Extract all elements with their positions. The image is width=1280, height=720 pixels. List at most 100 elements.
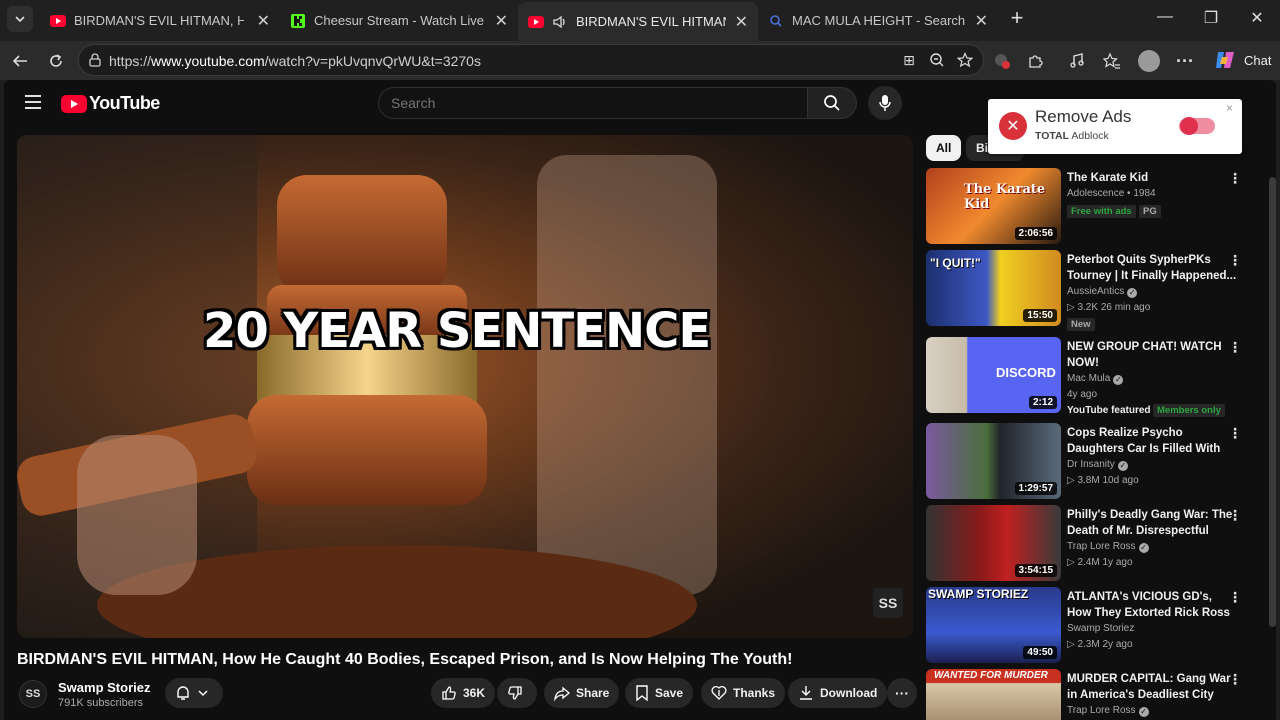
channel-avatar[interactable]: SS xyxy=(19,680,47,708)
close-icon[interactable]: ✕ xyxy=(495,11,508,31)
popup-close-icon[interactable]: × xyxy=(1226,101,1233,115)
refresh-icon xyxy=(50,54,62,67)
minimize-button[interactable]: — xyxy=(1150,8,1180,26)
more-options-icon[interactable]: ⋮ xyxy=(1228,170,1243,187)
list-item[interactable]: 1:29:57 Cops Realize Psycho Daughters Ca… xyxy=(926,423,1266,499)
channel-name: AussieAntics ✓ xyxy=(1067,284,1138,300)
channel-name: Dr Insanity ✓ xyxy=(1067,457,1128,473)
thumbnail-text: WANTED FOR MURDER xyxy=(934,670,1048,681)
voice-search-button[interactable] xyxy=(868,86,902,120)
tab-birdman-active[interactable]: BIRDMAN'S EVIL HITMAN, He ✕ xyxy=(518,2,758,41)
page-scrollbar[interactable] xyxy=(1269,177,1276,627)
tab-mac-mula-search[interactable]: MAC MULA HEIGHT - Search ✕ xyxy=(758,4,998,37)
save-button[interactable]: Save xyxy=(625,678,694,708)
like-button[interactable]: 36K xyxy=(431,678,496,708)
favorites-icon[interactable] xyxy=(1100,49,1124,73)
video-stats: ▷ 3.2K 26 min ago xyxy=(1067,302,1151,313)
favorite-star-icon[interactable] xyxy=(953,48,977,72)
notifications-button[interactable] xyxy=(165,678,223,708)
video-stats: 4y ago xyxy=(1067,389,1098,400)
video-thumbnail[interactable]: 3:54:15 xyxy=(926,505,1061,581)
more-options-icon[interactable]: ⋮ xyxy=(1228,252,1243,269)
list-item[interactable]: SWAMP STORIEZ 49:50 ATLANTA's VICIOUS GD… xyxy=(926,587,1266,663)
media-controls-icon[interactable] xyxy=(1066,49,1090,73)
video-thumbnail[interactable]: DISCORD 2:12 xyxy=(926,337,1061,413)
more-actions-button[interactable]: ··· xyxy=(887,678,917,708)
more-options-icon[interactable]: ⋮ xyxy=(1228,425,1243,442)
more-options-icon[interactable]: ⋮ xyxy=(1228,339,1243,356)
copilot-chat-button[interactable]: Chat xyxy=(1208,46,1274,74)
search-input[interactable] xyxy=(391,95,791,111)
site-info-icon[interactable] xyxy=(88,53,102,72)
extensions-puzzle-icon[interactable] xyxy=(1024,49,1048,73)
super-thanks-icon xyxy=(711,685,727,700)
zoom-icon[interactable] xyxy=(925,48,949,72)
speaker-icon[interactable] xyxy=(552,14,568,30)
channel-name[interactable]: Swamp Storiez xyxy=(58,680,150,695)
channel-name-text: AussieAntics xyxy=(1067,286,1125,297)
video-thumbnail[interactable]: The Karate Kid 2:06:56 xyxy=(926,168,1061,244)
close-icon[interactable]: ✕ xyxy=(975,11,988,31)
download-button[interactable]: Download xyxy=(788,678,888,708)
share-button[interactable]: Share xyxy=(544,678,620,708)
youtube-page: YouTube 20 YEAR SENTENCE SS BIRDMAN'S xyxy=(4,80,1276,720)
tab-birdman-1[interactable]: BIRDMAN'S EVIL HITMAN, How He ✕ xyxy=(40,4,280,37)
search-button[interactable] xyxy=(807,87,857,119)
channel-watermark[interactable]: SS xyxy=(873,588,903,618)
new-badge: New xyxy=(1067,318,1095,331)
address-bar[interactable]: https://www.youtube.com/watch?v=pkUvqnvQ… xyxy=(78,44,984,76)
search-box[interactable] xyxy=(378,87,808,119)
download-icon xyxy=(800,686,812,700)
channel-name-text: Mac Mula xyxy=(1067,373,1111,384)
list-item[interactable]: 3:54:15 Philly's Deadly Gang War: The De… xyxy=(926,505,1266,581)
list-item[interactable]: WANTED FOR MURDER MURDER CAPITAL: Gang W… xyxy=(926,669,1266,720)
back-button[interactable] xyxy=(8,49,32,73)
tab-cheesur-stream[interactable]: Cheesur Stream - Watch Live on K ✕ xyxy=(280,4,518,37)
adblock-extension-icon[interactable] xyxy=(990,49,1014,73)
close-icon[interactable]: ✕ xyxy=(257,11,270,31)
dislike-button[interactable] xyxy=(497,678,537,708)
thanks-button[interactable]: Thanks xyxy=(701,678,786,708)
more-options-icon[interactable]: ⋮ xyxy=(1228,507,1243,524)
tab-actions-menu-button[interactable] xyxy=(7,6,33,32)
more-options-icon[interactable]: ⋮ xyxy=(1228,671,1243,688)
duration-badge: 15:50 xyxy=(1023,309,1057,322)
more-options-icon[interactable]: ⋮ xyxy=(1228,589,1243,606)
video-stats: ▷ 3.8M 10d ago xyxy=(1067,475,1139,486)
chip-all[interactable]: All xyxy=(926,135,962,161)
refresh-button[interactable] xyxy=(44,49,68,73)
youtube-logo[interactable]: YouTube xyxy=(61,93,160,114)
thumbs-up-icon xyxy=(442,686,456,700)
list-item[interactable]: "I QUIT!" 15:50 Peterbot Quits SypherPKs… xyxy=(926,250,1266,331)
list-item[interactable]: DISCORD 2:12 NEW GROUP CHAT! WATCH NOW! … xyxy=(926,337,1266,417)
apps-icon[interactable]: ⊞ xyxy=(897,48,921,72)
profile-avatar-icon[interactable] xyxy=(1137,49,1161,73)
list-item[interactable]: The Karate Kid 2:06:56 The Karate Kid Ad… xyxy=(926,168,1266,244)
youtube-favicon-icon xyxy=(528,14,544,30)
new-tab-button[interactable]: + xyxy=(1002,5,1032,31)
more-menu-icon[interactable]: ··· xyxy=(1173,49,1197,73)
video-thumbnail[interactable]: 1:29:57 xyxy=(926,423,1061,499)
restore-button[interactable]: ❐ xyxy=(1196,8,1226,28)
video-thumbnail[interactable]: "I QUIT!" 15:50 xyxy=(926,250,1061,326)
video-player[interactable]: 20 YEAR SENTENCE SS xyxy=(17,135,913,638)
remove-ads-toggle[interactable] xyxy=(1179,117,1215,135)
channel-name: Trap Lore Ross ✓ xyxy=(1067,703,1149,719)
video-thumbnail[interactable]: SWAMP STORIEZ 49:50 xyxy=(926,587,1061,663)
guide-menu-button[interactable] xyxy=(21,90,45,114)
download-label: Download xyxy=(820,686,878,700)
url-text[interactable]: https://www.youtube.com/watch?v=pkUvqnvQ… xyxy=(109,53,481,69)
bookmark-icon xyxy=(636,685,648,701)
thumbnail-overlay-text: 20 YEAR SENTENCE xyxy=(203,303,711,359)
verified-icon: ✓ xyxy=(1117,461,1128,471)
video-title: MURDER CAPITAL: Gang War in America's De… xyxy=(1067,673,1231,701)
close-window-button[interactable]: ✕ xyxy=(1242,8,1272,28)
channel-name: Swamp Storiez xyxy=(1067,623,1135,634)
close-icon[interactable]: ✕ xyxy=(735,12,748,32)
search-favicon-icon xyxy=(768,13,784,29)
channel-name-text: Trap Lore Ross xyxy=(1067,705,1136,716)
popup-brand: TOTAL Adblock xyxy=(1035,130,1109,142)
video-thumbnail[interactable]: WANTED FOR MURDER xyxy=(926,669,1061,720)
thumbnail-text: SWAMP STORIEZ xyxy=(928,587,1029,601)
kick-favicon-icon xyxy=(290,13,306,29)
